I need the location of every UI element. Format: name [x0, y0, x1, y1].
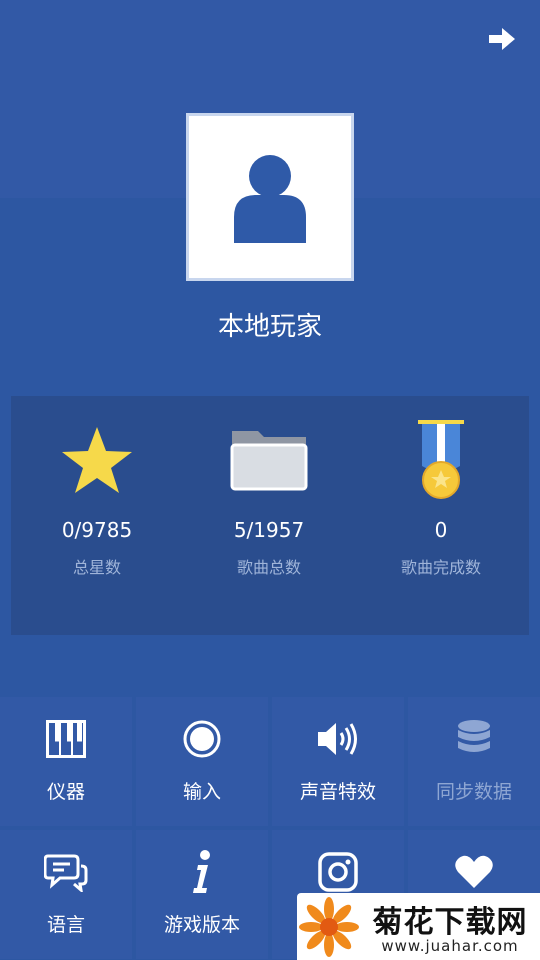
stat-value: 0	[434, 518, 448, 542]
speaker-icon	[318, 723, 357, 755]
database-icon	[458, 720, 490, 752]
menu-label: 输入	[182, 781, 221, 803]
stat-label: 歌曲完成数	[400, 558, 481, 577]
chat-bubble-icon	[44, 854, 88, 892]
piano-keys-icon	[46, 720, 86, 758]
chrysanthemum-logo-icon	[299, 897, 359, 957]
record-circle-icon	[183, 720, 221, 758]
avatar[interactable]	[186, 113, 354, 281]
instagram-icon	[318, 852, 358, 892]
logout-button[interactable]	[484, 24, 520, 54]
menu-label: 同步数据	[435, 781, 512, 803]
info-icon	[193, 850, 210, 893]
folder-icon	[230, 431, 308, 491]
watermark-title: 菊花下载网	[372, 905, 528, 940]
watermark-badge: 菊花下载网 www.juahar.com	[297, 893, 540, 960]
star-icon	[62, 427, 132, 493]
user-silhouette-icon	[234, 155, 306, 243]
arrow-right-exit-icon	[489, 28, 515, 50]
menu-input-button[interactable]: 输入	[136, 697, 268, 826]
menu-language-button[interactable]: 语言	[0, 830, 132, 959]
menu-label: 声音特效	[299, 781, 376, 803]
menu-label: 仪器	[46, 781, 85, 803]
stat-songs-completed: 0 歌曲完成数	[355, 396, 527, 635]
menu-label: 语言	[46, 914, 85, 936]
menu-sound-effects-button[interactable]: 声音特效	[272, 697, 404, 826]
stat-total-stars: 0/9785 总星数	[11, 396, 183, 635]
stat-label: 歌曲总数	[236, 558, 301, 577]
menu-sync-data-button[interactable]: 同步数据	[408, 697, 540, 826]
watermark-url: www.juahar.com	[381, 937, 519, 955]
menu-instrument-button[interactable]: 仪器	[0, 697, 132, 826]
heart-icon	[455, 855, 493, 888]
menu-label: 游戏版本	[163, 914, 240, 936]
medal-icon	[418, 420, 464, 499]
player-name: 本地玩家	[217, 312, 322, 342]
menu-game-version-button[interactable]: 游戏版本	[136, 830, 268, 959]
stat-label: 总星数	[72, 558, 121, 577]
stats-panel: 0/9785 总星数 5/1957 歌曲总数 0 歌曲完成数	[11, 396, 529, 635]
stat-total-songs: 5/1957 歌曲总数	[183, 396, 355, 635]
stat-value: 0/9785	[61, 518, 133, 542]
stat-value: 5/1957	[233, 518, 305, 542]
